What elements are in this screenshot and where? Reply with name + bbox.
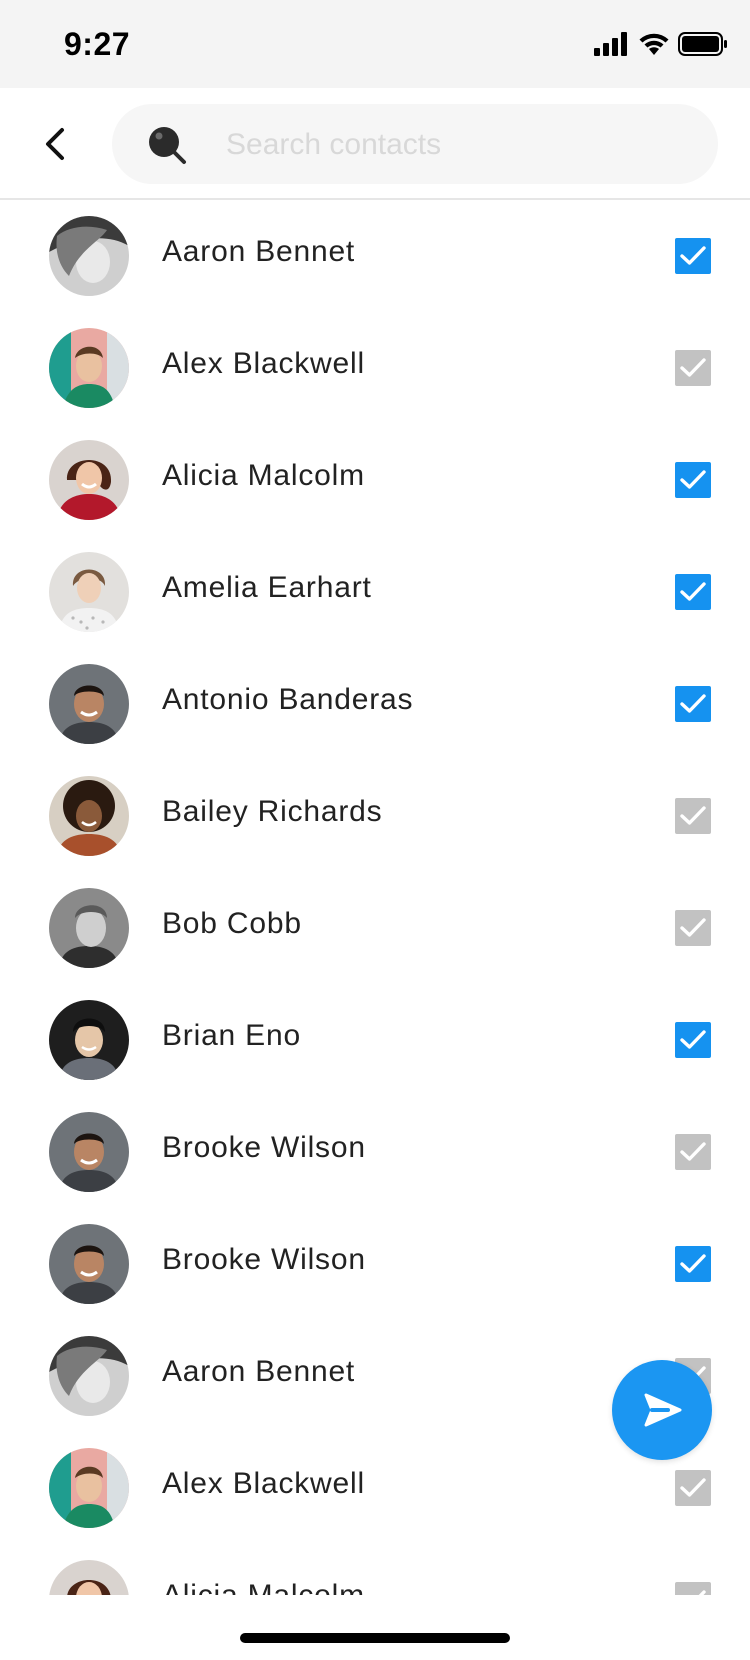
contact-checkbox[interactable] [675, 462, 711, 498]
chevron-left-icon [46, 128, 64, 160]
avatar-image [49, 328, 129, 408]
avatar [49, 440, 129, 520]
avatar-image [49, 1560, 129, 1595]
avatar [49, 664, 129, 744]
contact-checkbox[interactable] [675, 1134, 711, 1170]
avatar [49, 1336, 129, 1416]
avatar-image [49, 1000, 129, 1080]
avatar [49, 328, 129, 408]
contact-row[interactable]: Brooke Wilson [0, 1208, 750, 1320]
checkmark-icon [680, 470, 706, 489]
avatar-image [49, 216, 129, 296]
search-icon [149, 127, 186, 164]
battery-icon [678, 32, 727, 56]
checkmark-icon [680, 582, 706, 601]
avatar [49, 1560, 129, 1595]
contact-name: Alicia Malcolm [162, 1579, 365, 1595]
status-bar: 9:27 [0, 0, 750, 88]
contact-checkbox[interactable] [675, 798, 711, 834]
contact-name: Amelia Earhart [162, 571, 372, 604]
avatar-image [49, 664, 129, 744]
avatar [49, 1112, 129, 1192]
contact-row[interactable]: Brooke Wilson [0, 1096, 750, 1208]
wifi-icon [639, 33, 669, 55]
contact-name: Aaron Bennet [162, 235, 356, 268]
checkmark-icon [680, 1030, 706, 1049]
contact-checkbox[interactable] [675, 574, 711, 610]
contact-name: Antonio Banderas [162, 683, 414, 716]
cellular-signal-icon [594, 32, 627, 56]
back-button[interactable] [30, 116, 86, 172]
contact-checkbox[interactable] [675, 1582, 711, 1595]
avatar [49, 552, 129, 632]
contact-name: Brooke Wilson [162, 1131, 366, 1164]
avatar-image [49, 776, 129, 856]
contact-row[interactable]: Brian Eno [0, 984, 750, 1096]
contact-row[interactable]: Aaron Bennet [0, 200, 750, 312]
contact-row[interactable]: Bailey Richards [0, 760, 750, 872]
contact-checkbox[interactable] [675, 910, 711, 946]
checkmark-icon [680, 1478, 706, 1497]
avatar-image [49, 888, 129, 968]
search-box[interactable] [112, 104, 718, 184]
avatar-image [49, 1112, 129, 1192]
avatar-image [49, 552, 129, 632]
avatar [49, 776, 129, 856]
contact-name: Bob Cobb [162, 907, 302, 940]
avatar [49, 1448, 129, 1528]
avatar-image [49, 440, 129, 520]
avatar [49, 1000, 129, 1080]
avatar [49, 216, 129, 296]
checkmark-icon [680, 1142, 706, 1161]
contact-name: Bailey Richards [162, 795, 383, 828]
contact-name: Alex Blackwell [162, 1467, 365, 1500]
checkmark-icon [680, 1254, 706, 1273]
avatar [49, 888, 129, 968]
send-button[interactable] [612, 1360, 712, 1460]
contact-name: Brooke Wilson [162, 1243, 366, 1276]
avatar-image [49, 1448, 129, 1528]
send-icon [644, 1393, 682, 1427]
avatar [49, 1224, 129, 1304]
checkmark-icon [680, 694, 706, 713]
checkmark-icon [698, 1590, 706, 1595]
contact-checkbox[interactable] [675, 1022, 711, 1058]
contact-checkbox[interactable] [675, 686, 711, 722]
contact-checkbox[interactable] [675, 350, 711, 386]
contact-name: Alex Blackwell [162, 347, 365, 380]
contact-row[interactable]: Bob Cobb [0, 872, 750, 984]
avatar-image [49, 1224, 129, 1304]
contact-checkbox[interactable] [675, 1470, 711, 1506]
checkmark-icon [680, 246, 706, 265]
contact-row[interactable]: Alex Blackwell [0, 312, 750, 424]
contact-row[interactable]: Alicia Malcolm [0, 424, 750, 536]
checkmark-icon [680, 918, 706, 937]
contact-name: Alicia Malcolm [162, 459, 365, 492]
contact-checkbox[interactable] [675, 238, 711, 274]
checkmark-icon [680, 358, 706, 377]
contact-name: Brian Eno [162, 1019, 301, 1052]
header [0, 88, 750, 200]
contact-row[interactable]: Antonio Banderas [0, 648, 750, 760]
checkmark-icon [680, 806, 706, 825]
avatar-image [49, 1336, 129, 1416]
contact-name: Aaron Bennet [162, 1355, 356, 1388]
home-indicator [240, 1633, 510, 1643]
contact-checkbox[interactable] [675, 1246, 711, 1282]
contact-row[interactable]: Alicia Malcolm [0, 1544, 750, 1595]
status-time: 9:27 [64, 26, 131, 62]
search-input[interactable] [224, 120, 698, 170]
contact-row[interactable]: Amelia Earhart [0, 536, 750, 648]
